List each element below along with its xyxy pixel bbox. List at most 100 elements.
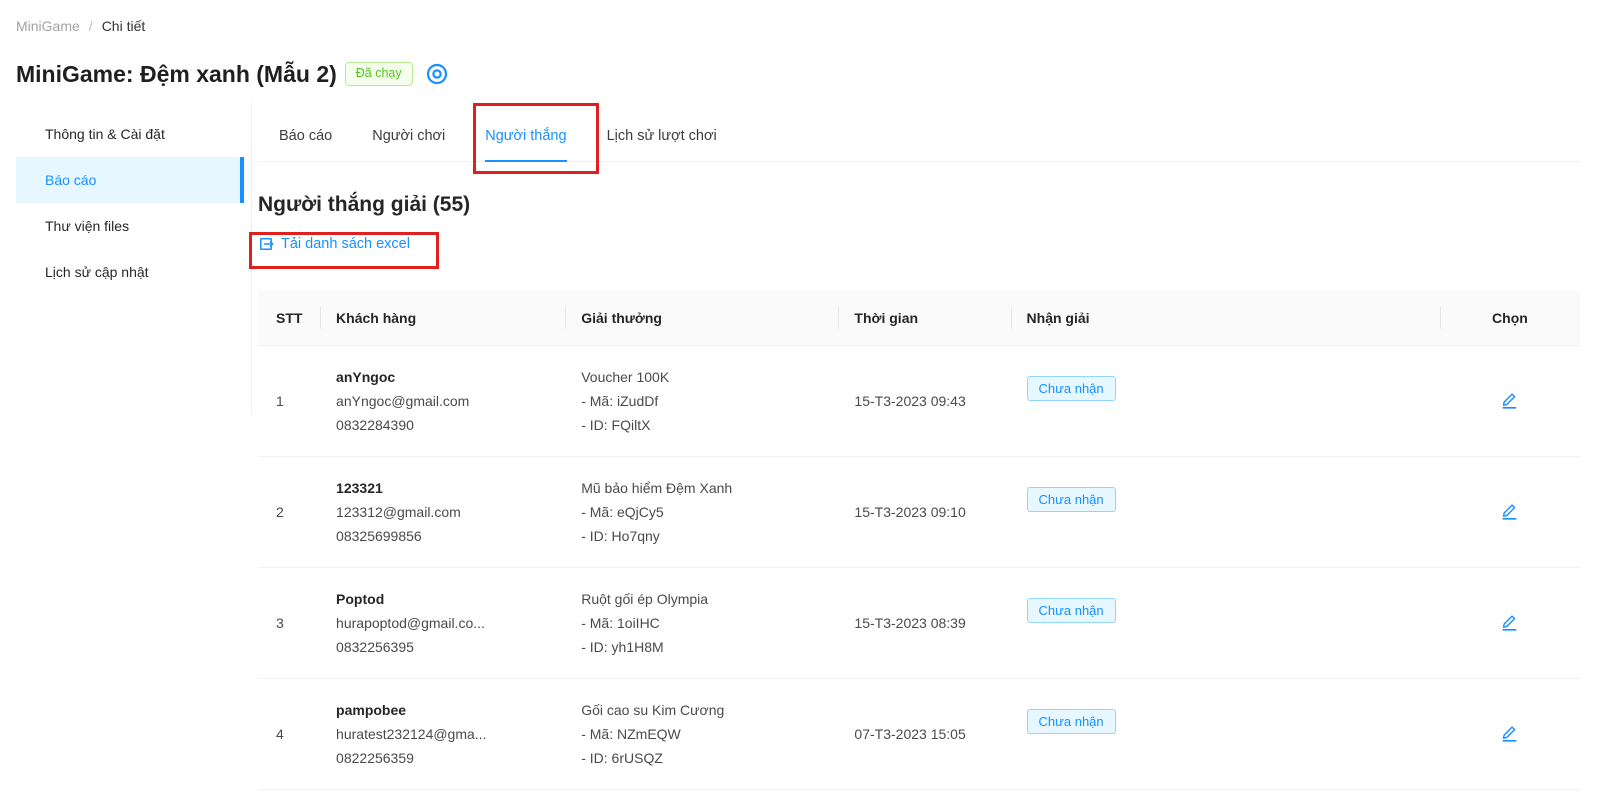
prize-code: - Mã: iZudDf [581, 389, 822, 413]
edit-button[interactable] [1500, 723, 1519, 742]
breadcrumb-minigame[interactable]: MiniGame [16, 18, 80, 34]
sidebar-item-bao-cao[interactable]: Báo cáo [16, 157, 244, 203]
tab-lich-su-luot-choi[interactable]: Lịch sử lượt chơi [607, 102, 717, 161]
prize-code: - Mã: NZmEQW [581, 722, 822, 746]
customer-name: 123321 [336, 476, 549, 500]
tab-nguoi-choi[interactable]: Người chơi [372, 102, 445, 161]
cell-customer: anYngoc anYngoc@gmail.com 0832284390 [320, 346, 565, 457]
sidebar-item-label: Thông tin & Cài đặt [45, 126, 165, 142]
status-tag-chua-nhan[interactable]: Chưa nhận [1027, 487, 1116, 512]
prize-name: Gối cao su Kim Cương [581, 698, 822, 722]
pencil-edit-icon [1500, 501, 1519, 520]
customer-phone: 0832284390 [336, 413, 549, 437]
cell-status: Chưa nhận [1011, 679, 1440, 790]
table-row: 3 Poptod hurapoptod@gmail.co... 08322563… [258, 568, 1580, 679]
sidebar-item-thong-tin-cai-dat[interactable]: Thông tin & Cài đặt [16, 111, 244, 157]
status-tag-chua-nhan[interactable]: Chưa nhận [1027, 709, 1116, 734]
cell-stt: 4 [258, 679, 320, 790]
column-header-giai-thuong: Giải thưởng [565, 291, 838, 346]
column-header-nhan-giai: Nhận giải [1011, 291, 1440, 346]
cell-time: 07-T3-2023 15:05 [838, 679, 1010, 790]
cell-customer: Poptod hurapoptod@gmail.co... 0832256395 [320, 568, 565, 679]
status-tag-chua-nhan[interactable]: Chưa nhận [1027, 598, 1116, 623]
customer-email: hurapoptod@gmail.co... [336, 611, 549, 635]
prize-code: - Mã: eQjCy5 [581, 500, 822, 524]
customer-email: 123312@gmail.com [336, 500, 549, 524]
pencil-edit-icon [1500, 390, 1519, 409]
table-row: 1 anYngoc anYngoc@gmail.com 0832284390 V… [258, 346, 1580, 457]
table-row: 2 123321 123312@gmail.com 08325699856 Mũ… [258, 457, 1580, 568]
edit-button[interactable] [1500, 501, 1519, 520]
edit-button[interactable] [1500, 390, 1519, 409]
cell-status: Chưa nhận [1011, 568, 1440, 679]
table-row: 4 pampobee huratest232124@gma... 0822256… [258, 679, 1580, 790]
export-icon [258, 236, 274, 252]
customer-phone: 0822256359 [336, 746, 549, 770]
breadcrumb: MiniGame / Chi tiết [16, 0, 1580, 34]
status-badge: Đã chạy [345, 62, 413, 86]
page: MiniGame / Chi tiết MiniGame: Đệm xanh (… [0, 0, 1613, 790]
eye-icon [425, 62, 449, 86]
customer-name: anYngoc [336, 365, 549, 389]
cell-customer: 123321 123312@gmail.com 08325699856 [320, 457, 565, 568]
prize-name: Voucher 100K [581, 365, 822, 389]
main-layout: Thông tin & Cài đặt Báo cáo Thư viện fil… [16, 102, 1580, 790]
content-panel: Báo cáo Người chơi Người thắng Lịch sử l… [258, 102, 1580, 790]
customer-email: anYngoc@gmail.com [336, 389, 549, 413]
sidebar-item-thu-vien-files[interactable]: Thư viện files [16, 203, 244, 249]
cell-time: 15-T3-2023 09:43 [838, 346, 1010, 457]
status-tag-chua-nhan[interactable]: Chưa nhận [1027, 376, 1116, 401]
cell-action [1440, 346, 1580, 457]
sidebar-item-label: Báo cáo [45, 172, 96, 188]
cell-status: Chưa nhận [1011, 346, 1440, 457]
export-link-label: Tải danh sách excel [281, 234, 410, 254]
sidebar-item-lich-su-cap-nhat[interactable]: Lịch sử cập nhật [16, 249, 244, 295]
cell-action [1440, 568, 1580, 679]
customer-name: Poptod [336, 587, 549, 611]
winners-table: STT Khách hàng Giải thưởng Thời gian Nhậ… [258, 291, 1580, 790]
cell-action [1440, 457, 1580, 568]
prize-code: - Mã: 1oiIHC [581, 611, 822, 635]
column-header-stt: STT [258, 291, 320, 346]
preview-button[interactable] [425, 62, 449, 86]
breadcrumb-separator: / [89, 18, 93, 34]
column-header-khach-hang: Khách hàng [320, 291, 565, 346]
cell-customer: pampobee huratest232124@gma... 082225635… [320, 679, 565, 790]
cell-stt: 2 [258, 457, 320, 568]
cell-prize: Ruột gối ép Olympia - Mã: 1oiIHC - ID: y… [565, 568, 838, 679]
table-header-row: STT Khách hàng Giải thưởng Thời gian Nhậ… [258, 291, 1580, 346]
sidebar: Thông tin & Cài đặt Báo cáo Thư viện fil… [16, 102, 252, 414]
cell-prize: Gối cao su Kim Cương - Mã: NZmEQW - ID: … [565, 679, 838, 790]
prize-name: Ruột gối ép Olympia [581, 587, 822, 611]
prize-name: Mũ bảo hiểm Đệm Xanh [581, 476, 822, 500]
customer-phone: 0832256395 [336, 635, 549, 659]
column-header-chon: Chọn [1440, 291, 1580, 346]
cell-prize: Voucher 100K - Mã: iZudDf - ID: FQiltX [565, 346, 838, 457]
sidebar-menu: Thông tin & Cài đặt Báo cáo Thư viện fil… [16, 111, 244, 295]
pencil-edit-icon [1500, 723, 1519, 742]
title-row: MiniGame: Đệm xanh (Mẫu 2) Đã chạy [16, 56, 1580, 92]
prize-id: - ID: yh1H8M [581, 635, 822, 659]
tab-bao-cao[interactable]: Báo cáo [279, 102, 332, 161]
page-title: MiniGame: Đệm xanh (Mẫu 2) [16, 61, 337, 88]
prize-id: - ID: 6rUSQZ [581, 746, 822, 770]
cell-stt: 3 [258, 568, 320, 679]
cell-time: 15-T3-2023 09:10 [838, 457, 1010, 568]
pencil-edit-icon [1500, 612, 1519, 631]
tab-bar: Báo cáo Người chơi Người thắng Lịch sử l… [258, 102, 1580, 162]
export-excel-link[interactable]: Tải danh sách excel [258, 234, 410, 254]
cell-action [1440, 679, 1580, 790]
section-title-winners: Người thắng giải (55) [258, 190, 1580, 219]
sidebar-item-label: Lịch sử cập nhật [45, 264, 149, 280]
prize-id: - ID: Ho7qny [581, 524, 822, 548]
prize-id: - ID: FQiltX [581, 413, 822, 437]
cell-time: 15-T3-2023 08:39 [838, 568, 1010, 679]
customer-phone: 08325699856 [336, 524, 549, 548]
column-header-thoi-gian: Thời gian [838, 291, 1010, 346]
edit-button[interactable] [1500, 612, 1519, 631]
customer-email: huratest232124@gma... [336, 722, 549, 746]
cell-prize: Mũ bảo hiểm Đệm Xanh - Mã: eQjCy5 - ID: … [565, 457, 838, 568]
cell-status: Chưa nhận [1011, 457, 1440, 568]
tab-nguoi-thang[interactable]: Người thắng [485, 102, 566, 162]
cell-stt: 1 [258, 346, 320, 457]
